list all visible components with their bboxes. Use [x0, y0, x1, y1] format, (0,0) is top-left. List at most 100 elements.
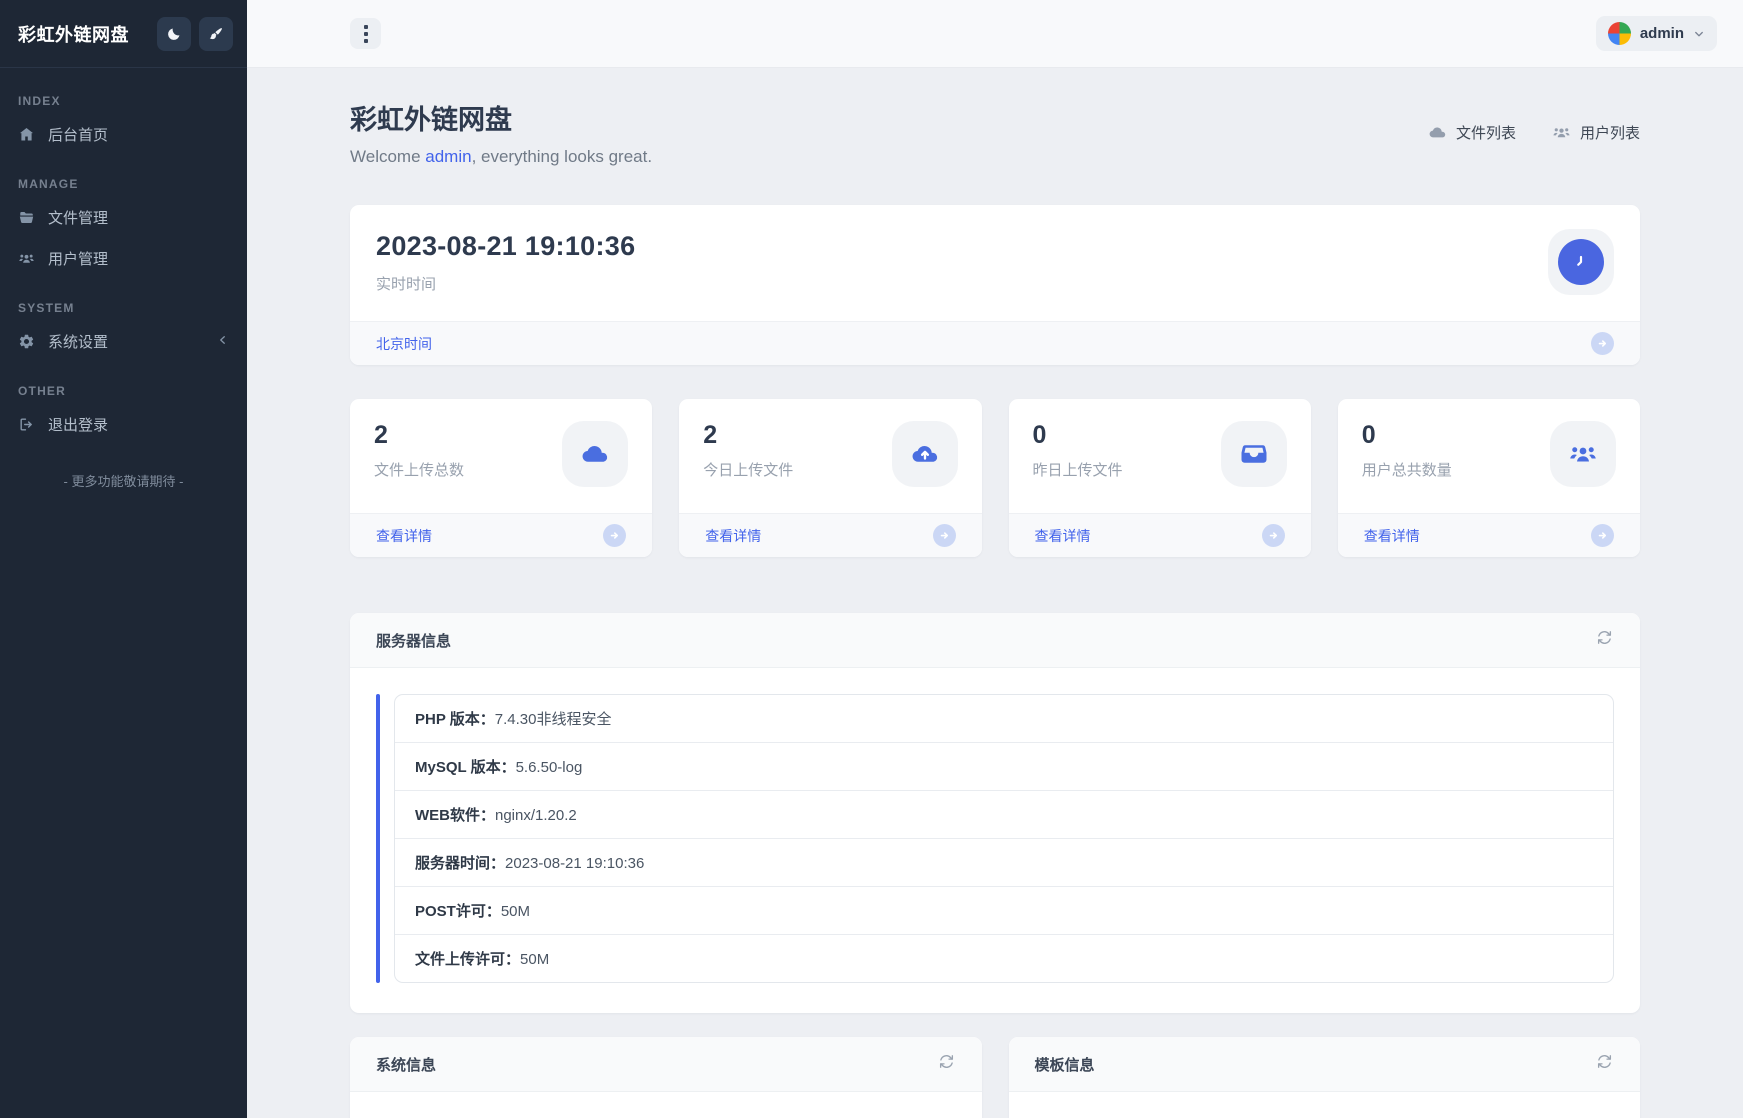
- stat-card-today-files: 2 今日上传文件 查看详情: [679, 399, 982, 557]
- dark-mode-button[interactable]: [157, 16, 191, 51]
- stat-cards: 2 文件上传总数 查看详情 2 今日上传文件 查看详情 0 昨日上传文件 查看详…: [350, 399, 1640, 557]
- sidebar-item-users[interactable]: 用户管理: [0, 238, 247, 279]
- stat-value: 2: [703, 421, 718, 449]
- stat-icon-badge: [891, 421, 958, 487]
- nav-section-other: OTHER: [18, 384, 66, 398]
- server-info-row: POST许可：50M: [395, 886, 1613, 934]
- refresh-icon[interactable]: [1595, 1052, 1614, 1076]
- main-column: admin 彩虹外链网盘 Welcome admin, everything l…: [247, 0, 1743, 1118]
- view-details-link[interactable]: 查看详情: [1035, 526, 1091, 546]
- clock-icon: [1577, 255, 1583, 266]
- logout-icon: [20, 418, 32, 431]
- stat-card-yesterday-files: 0 昨日上传文件 查看详情: [1008, 399, 1311, 557]
- clock-circle: [1558, 239, 1604, 285]
- stat-card-footer: 查看详情: [350, 513, 653, 557]
- avatar: [1607, 22, 1631, 45]
- home-icon: [19, 127, 34, 141]
- chevron-left-icon: [217, 333, 229, 350]
- view-details-link[interactable]: 查看详情: [376, 526, 432, 546]
- server-info-row: WEB软件：nginx/1.20.2: [395, 790, 1613, 838]
- sidebar-item-label: 后台首页: [48, 127, 109, 144]
- topbar: admin: [247, 0, 1743, 68]
- stat-card-footer: 查看详情: [1008, 513, 1311, 557]
- clock-label: 实时时间: [376, 275, 437, 293]
- kebab-dot: [363, 38, 368, 43]
- server-info-list: PHP 版本：7.4.30非线程安全 MySQL 版本：5.6.50-log W…: [394, 694, 1614, 983]
- arrow-right-icon[interactable]: [1591, 524, 1614, 547]
- server-info-row: 文件上传许可：50M: [395, 934, 1613, 982]
- theme-button[interactable]: [199, 16, 233, 51]
- stat-value: 0: [1032, 421, 1047, 449]
- sidebar-nav: INDEX 后台首页 MANAGE 文件管理 用户管理 SYSTEM 系统设置 …: [0, 68, 247, 1118]
- row-value: nginx/1.20.2: [495, 807, 577, 824]
- sidebar-item-settings[interactable]: 系统设置: [0, 321, 247, 362]
- sidebar-item-logout[interactable]: 退出登录: [0, 404, 247, 445]
- system-info-card: 系统信息 您使用的已是最新版本！: [350, 1037, 982, 1118]
- refresh-icon[interactable]: [937, 1052, 956, 1076]
- clock-card-footer: 北京时间: [350, 321, 1640, 365]
- view-details-link[interactable]: 查看详情: [705, 526, 761, 546]
- nav-section-system: SYSTEM: [18, 301, 75, 315]
- row-value: 50M: [500, 903, 531, 920]
- page-title: 彩虹外链网盘: [350, 105, 512, 135]
- brush-icon: [209, 27, 222, 39]
- template-info-body: 您使用的已是最新版本！: [1009, 1092, 1641, 1118]
- arrow-right-icon[interactable]: [603, 524, 627, 547]
- stat-card-footer: 查看详情: [1337, 513, 1640, 557]
- stat-value: 2: [374, 421, 388, 449]
- stat-card-body: 0 昨日上传文件: [1009, 399, 1311, 513]
- moon-icon: [168, 28, 180, 40]
- user-list-link[interactable]: 用户列表: [1552, 122, 1640, 143]
- stat-card-total-files: 2 文件上传总数 查看详情: [350, 399, 653, 557]
- gear-icon: [19, 334, 34, 349]
- stat-label: 用户总共数量: [1361, 462, 1452, 479]
- cloud-icon: [1429, 127, 1446, 138]
- card-title: 模板信息: [1034, 1056, 1095, 1074]
- stat-card-body: 2 文件上传总数: [350, 399, 652, 513]
- system-info-body: 您使用的已是最新版本！: [350, 1092, 982, 1118]
- row-label: MySQL 版本：: [415, 759, 516, 776]
- inbox-icon: [1241, 445, 1267, 463]
- current-time: 2023-08-21 19:10:36: [376, 230, 636, 261]
- welcome-user-link[interactable]: admin: [425, 147, 471, 166]
- menu-kebab-button[interactable]: [350, 18, 381, 49]
- row-value: 7.4.30非线程安全: [494, 711, 612, 728]
- stat-card-body: 0 用户总共数量: [1338, 399, 1640, 513]
- row-label: PHP 版本：: [415, 711, 495, 728]
- chevron-down-icon: [1695, 31, 1703, 36]
- refresh-icon[interactable]: [1595, 628, 1614, 652]
- row-value: 50M: [520, 951, 550, 968]
- accent-bar: [376, 694, 380, 983]
- sidebar: 彩虹外链网盘 INDEX 后台首页 MANAGE 文件管理 用户管理 SYSTE…: [0, 0, 247, 1118]
- users-icon: [19, 254, 34, 263]
- server-info-row: MySQL 版本：5.6.50-log: [395, 742, 1613, 790]
- kebab-dot: [363, 31, 368, 36]
- view-details-link[interactable]: 查看详情: [1364, 526, 1420, 546]
- server-info-row: 服务器时间：2023-08-21 19:10:36: [395, 838, 1613, 886]
- clock-icon-badge: [1548, 229, 1614, 295]
- stat-icon-badge: [1550, 421, 1616, 487]
- row-label: WEB软件：: [415, 807, 495, 824]
- sidebar-item-label: 文件管理: [48, 210, 109, 227]
- row-value: 2023-08-21 19:10:36: [505, 855, 645, 872]
- arrow-right-icon[interactable]: [1261, 524, 1285, 547]
- beijing-time-link[interactable]: 北京时间: [376, 334, 432, 354]
- arrow-right-icon[interactable]: [932, 524, 956, 547]
- sidebar-item-files[interactable]: 文件管理: [0, 197, 247, 238]
- clock-card: 2023-08-21 19:10:36 实时时间 北京时间: [350, 205, 1640, 365]
- server-info-header: 服务器信息: [350, 613, 1640, 668]
- row-label: 服务器时间：: [415, 855, 506, 872]
- sidebar-item-dashboard[interactable]: 后台首页: [0, 114, 247, 155]
- sidebar-item-label: 用户管理: [48, 251, 109, 268]
- arrow-right-icon[interactable]: [1591, 332, 1614, 355]
- file-list-link[interactable]: 文件列表: [1428, 122, 1516, 143]
- user-menu[interactable]: admin: [1595, 16, 1717, 51]
- row-value: 5.6.50-log: [515, 759, 583, 776]
- folder-icon: [19, 212, 34, 223]
- users-icon: [1553, 128, 1570, 138]
- server-info-card: 服务器信息 PHP 版本：7.4.30非线程安全 MySQL 版本：5.6.50…: [350, 613, 1640, 1013]
- nav-section-index: INDEX: [18, 94, 61, 108]
- header-quick-links: 文件列表 用户列表: [1428, 122, 1640, 143]
- more-features-note: - 更多功能敬请期待 -: [63, 474, 184, 489]
- stat-card-total-users: 0 用户总共数量 查看详情: [1337, 399, 1640, 557]
